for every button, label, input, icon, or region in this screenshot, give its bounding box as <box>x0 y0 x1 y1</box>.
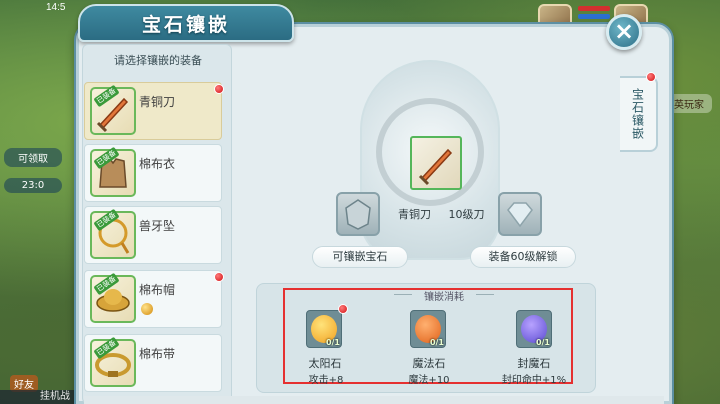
claim-reward-button[interactable]: 可领取 <box>4 148 62 167</box>
necklace-icon: 已装备 <box>90 208 136 259</box>
list-item-cotton-robe[interactable]: 已装备 棉布衣 <box>84 144 222 202</box>
stone-effect: 魔法+10 <box>408 375 450 386</box>
list-item-label: 青铜刀 <box>139 95 176 109</box>
list-item-cotton-hat[interactable]: 已装备 棉布帽 <box>84 270 222 328</box>
hp-bar <box>578 6 610 11</box>
stone-name: 太阳石 <box>308 357 342 370</box>
tab-gem-inlay-label: 宝石镶嵌 <box>630 88 645 140</box>
list-item-label: 棉布带 <box>139 347 176 361</box>
notification-dot <box>214 272 224 282</box>
list-item-cotton-belt[interactable]: 已装备 棉布带 <box>84 334 222 392</box>
notification-dot <box>646 72 656 82</box>
clock: 14:5 <box>46 2 66 13</box>
coin-icon <box>141 303 153 315</box>
timer-button[interactable]: 23:0 <box>4 178 62 193</box>
list-item-fang-pendant[interactable]: 已装备 兽牙坠 <box>84 206 222 264</box>
player-list-button[interactable]: 英玩家 <box>666 94 712 113</box>
list-item-label: 棉布帽 <box>139 283 176 297</box>
selected-equipment-slot[interactable] <box>410 136 462 190</box>
gem-slot-available[interactable] <box>336 192 380 236</box>
notification-dot <box>214 84 224 94</box>
mp-bar <box>578 14 610 19</box>
selected-equipment-name: 青铜刀 <box>398 208 431 221</box>
equipment-list-header: 请选择镶嵌的装备 <box>114 54 202 67</box>
hat-icon: 已装备 <box>90 272 136 323</box>
sword-icon: 已装备 <box>90 84 136 135</box>
gem-slot-locked[interactable] <box>498 192 542 236</box>
close-button[interactable]: × <box>606 14 642 50</box>
close-icon: × <box>613 17 635 45</box>
tab-gem-inlay[interactable]: 宝石镶嵌 <box>620 76 658 152</box>
sun-stone-slot[interactable]: 0/1 <box>306 310 342 348</box>
gem-slot-icon <box>345 199 371 230</box>
stone-name: 封魔石 <box>517 357 551 370</box>
belt-icon: 已装备 <box>90 336 136 387</box>
notification-dot <box>338 304 348 314</box>
armor-icon: 已装备 <box>90 146 136 197</box>
stone-effect: 攻击+8 <box>308 375 344 386</box>
stone-name: 魔法石 <box>412 357 446 370</box>
selected-equipment-label: 青铜刀 10级刀 <box>392 206 512 222</box>
gem-slot-locked-label: 装备60级解锁 <box>470 246 576 268</box>
stone-count: 0/1 <box>325 338 340 347</box>
panel-title-tab: 宝石镶嵌 <box>78 4 294 42</box>
gem-slot-available-label: 可镶嵌宝石 <box>312 246 408 268</box>
magic-stone-slot[interactable]: 0/1 <box>410 310 446 348</box>
stone-effect: 封印命中+1% <box>501 375 567 386</box>
list-item-label: 棉布衣 <box>139 157 176 171</box>
seal-stone-slot[interactable]: 0/1 <box>516 310 552 348</box>
panel-bottom-edge <box>84 396 664 404</box>
list-item-label: 兽牙坠 <box>139 219 176 233</box>
stone-count: 0/1 <box>535 338 550 347</box>
diamond-icon <box>507 202 533 228</box>
stone-count: 0/1 <box>429 338 444 347</box>
sword-icon <box>418 148 453 186</box>
list-item-bronze-sword[interactable]: 已装备 青铜刀 <box>84 82 222 140</box>
selected-equipment-level: 10级刀 <box>448 208 485 221</box>
page-title: 宝石镶嵌 <box>141 13 230 36</box>
